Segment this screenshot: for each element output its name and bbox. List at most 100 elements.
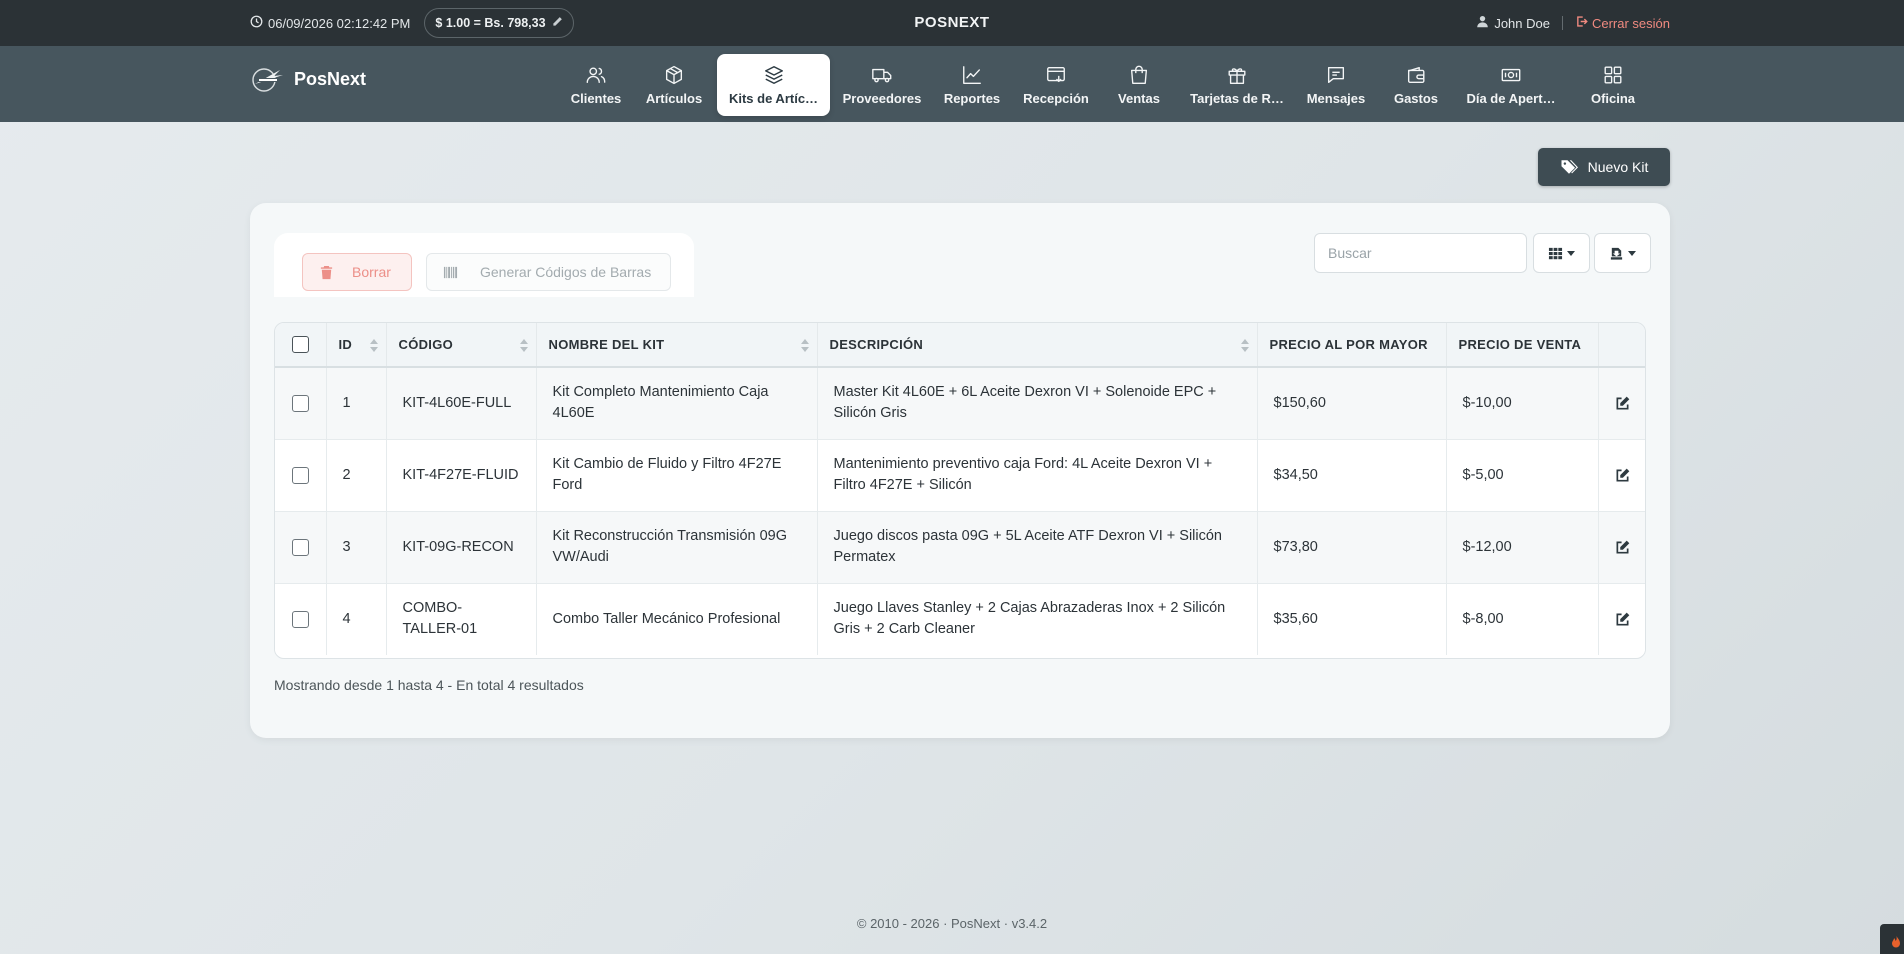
column-header-id[interactable]: ID [326, 323, 387, 368]
edit-icon [1616, 540, 1630, 553]
top-bar: 06/09/2026 02:12:42 PM $ 1.00 = Bs. 798,… [0, 0, 1904, 46]
sort-icon [800, 339, 809, 352]
nav-item-gastos[interactable]: Gastos [1386, 54, 1446, 116]
user-name: John Doe [1494, 15, 1550, 31]
logout-label: Cerrar sesión [1591, 15, 1670, 31]
clock: 06/09/2026 02:12:42 PM [250, 15, 410, 31]
columns-toggle-button[interactable] [1533, 233, 1590, 273]
user-icon [1476, 15, 1489, 31]
shopping-bag-icon [1130, 65, 1148, 84]
edit-icon [1616, 468, 1630, 481]
table-row: 2 KIT-4F27E-FLUID Kit Cambio de Fluido y… [275, 439, 1645, 512]
header-label: DESCRIPCIÓN [829, 337, 924, 352]
row-select-cell [275, 367, 327, 440]
cell-code: KIT-4L60E-FULL [386, 367, 537, 440]
logout-link[interactable]: Cerrar sesión [1575, 15, 1670, 31]
top-bar-right: John Doe Cerrar sesión [1476, 0, 1670, 46]
edit-button[interactable] [1598, 583, 1645, 655]
nav-item-ventas[interactable]: Ventas [1108, 54, 1170, 116]
nav-label: Clientes [570, 90, 622, 106]
nav-item-kits[interactable]: Kits de Artíc… [717, 54, 830, 116]
delete-button[interactable]: Borrar [302, 253, 412, 291]
export-button[interactable] [1594, 233, 1651, 273]
debug-toolbar-toggle[interactable] [1880, 924, 1904, 954]
nav-item-mensajes[interactable]: Mensajes [1302, 54, 1370, 116]
table-row: 1 KIT-4L60E-FULL Kit Completo Mantenimie… [275, 367, 1645, 440]
cell-retail-price: $-12,00 [1446, 511, 1599, 584]
generate-barcodes-button[interactable]: Generar Códigos de Barras [426, 253, 671, 291]
cell-retail-price: $-10,00 [1446, 367, 1599, 440]
cell-description: Juego Llaves Stanley + 2 Cajas Abrazader… [817, 583, 1258, 655]
tags-icon [1561, 160, 1578, 174]
new-kit-button[interactable]: Nuevo Kit [1538, 148, 1670, 186]
barcode-icon [443, 266, 458, 278]
logout-icon [1575, 15, 1588, 31]
nav-item-recepcion[interactable]: Recepción [1016, 54, 1096, 116]
cell-kit-name: Kit Cambio de Fluido y Filtro 4F27E Ford [536, 439, 818, 512]
exchange-rate: $ 1.00 = Bs. 798,33 [435, 16, 546, 30]
nav-item-dia-apertura[interactable]: Día de Apert… [1460, 54, 1562, 116]
cell-description: Juego discos pasta 09G + 5L Aceite ATF D… [817, 511, 1258, 584]
column-header-description[interactable]: DESCRIPCIÓN [817, 323, 1258, 368]
cell-wholesale-price: $73,80 [1257, 511, 1447, 584]
row-checkbox[interactable] [291, 466, 309, 484]
column-header-code[interactable]: CÓDIGO [386, 323, 537, 368]
nav-label: Mensajes [1306, 90, 1366, 106]
nav-label: Recepción [1023, 90, 1089, 106]
cell-id: 3 [326, 511, 387, 584]
table-row: 3 KIT-09G-RECON Kit Reconstrucción Trans… [275, 511, 1645, 584]
search-input[interactable] [1314, 233, 1527, 273]
chevron-down-icon [1628, 250, 1636, 256]
nav-item-proveedores[interactable]: Proveedores [838, 54, 926, 116]
edit-button[interactable] [1598, 511, 1645, 584]
column-header-actions [1598, 323, 1645, 368]
select-all-checkbox[interactable] [291, 336, 309, 353]
edit-button[interactable] [1598, 367, 1645, 440]
receiving-icon [1047, 66, 1065, 82]
export-icon [1610, 247, 1623, 260]
edit-button[interactable] [1598, 439, 1645, 512]
header-label: PRECIO AL POR MAYOR [1269, 337, 1428, 352]
row-checkbox[interactable] [291, 610, 309, 628]
nav-item-oficina[interactable]: Oficina [1582, 54, 1644, 116]
column-header-wholesale-price: PRECIO AL POR MAYOR [1257, 323, 1447, 368]
row-select-cell [275, 583, 327, 655]
nav-item-tarjetas[interactable]: Tarjetas de R… [1183, 54, 1291, 116]
row-checkbox[interactable] [291, 394, 309, 412]
delete-label: Borrar [352, 264, 391, 280]
column-header-kit-name[interactable]: NOMBRE DEL KIT [536, 323, 818, 368]
nav-label: Proveedores [842, 90, 922, 106]
kits-table: ID CÓDIGO NOMBRE DEL KIT DESCRIPCIÓN PRE… [274, 322, 1646, 659]
footer: © 2010 - 2026 · PosNext · v3.4.2 [856, 916, 1048, 931]
bulk-actions-toolbar: Borrar Generar Códigos de Barras [274, 233, 694, 297]
table-header-row: ID CÓDIGO NOMBRE DEL KIT DESCRIPCIÓN PRE… [275, 323, 1645, 368]
cell-description: Mantenimiento preventivo caja Ford: 4L A… [817, 439, 1258, 512]
cell-retail-price: $-5,00 [1446, 439, 1599, 512]
message-icon [1327, 66, 1345, 83]
grid-view-icon [1548, 247, 1563, 259]
nav-item-reportes[interactable]: Reportes [936, 54, 1008, 116]
user-menu[interactable]: John Doe [1476, 15, 1550, 31]
row-checkbox[interactable] [291, 538, 309, 556]
layers-icon [764, 65, 783, 84]
row-select-cell [275, 511, 327, 584]
new-kit-label: Nuevo Kit [1587, 159, 1649, 175]
nav-label: Reportes [943, 90, 1001, 106]
gift-icon [1228, 67, 1246, 84]
row-select-cell [275, 439, 327, 512]
cell-id: 2 [326, 439, 387, 512]
trash-icon [320, 265, 333, 279]
nav-item-articulos[interactable]: Artículos [638, 54, 710, 116]
clock-icon [250, 15, 263, 31]
flame-icon [1892, 935, 1900, 948]
nav-label: Artículos [645, 90, 703, 106]
table-row: 4 COMBO-TALLER-01 Combo Taller Mecánico … [275, 583, 1645, 655]
cell-kit-name: Kit Reconstrucción Transmisión 09G VW/Au… [536, 511, 818, 584]
sort-icon [1240, 339, 1249, 352]
nav-label: Kits de Artíc… [728, 90, 819, 106]
nav-item-clientes[interactable]: Clientes [562, 54, 630, 116]
exchange-rate-button[interactable]: $ 1.00 = Bs. 798,33 [424, 8, 574, 38]
header-label: NOMBRE DEL KIT [548, 337, 665, 352]
cell-wholesale-price: $35,60 [1257, 583, 1447, 655]
nav-label: Tarjetas de R… [1190, 90, 1284, 106]
